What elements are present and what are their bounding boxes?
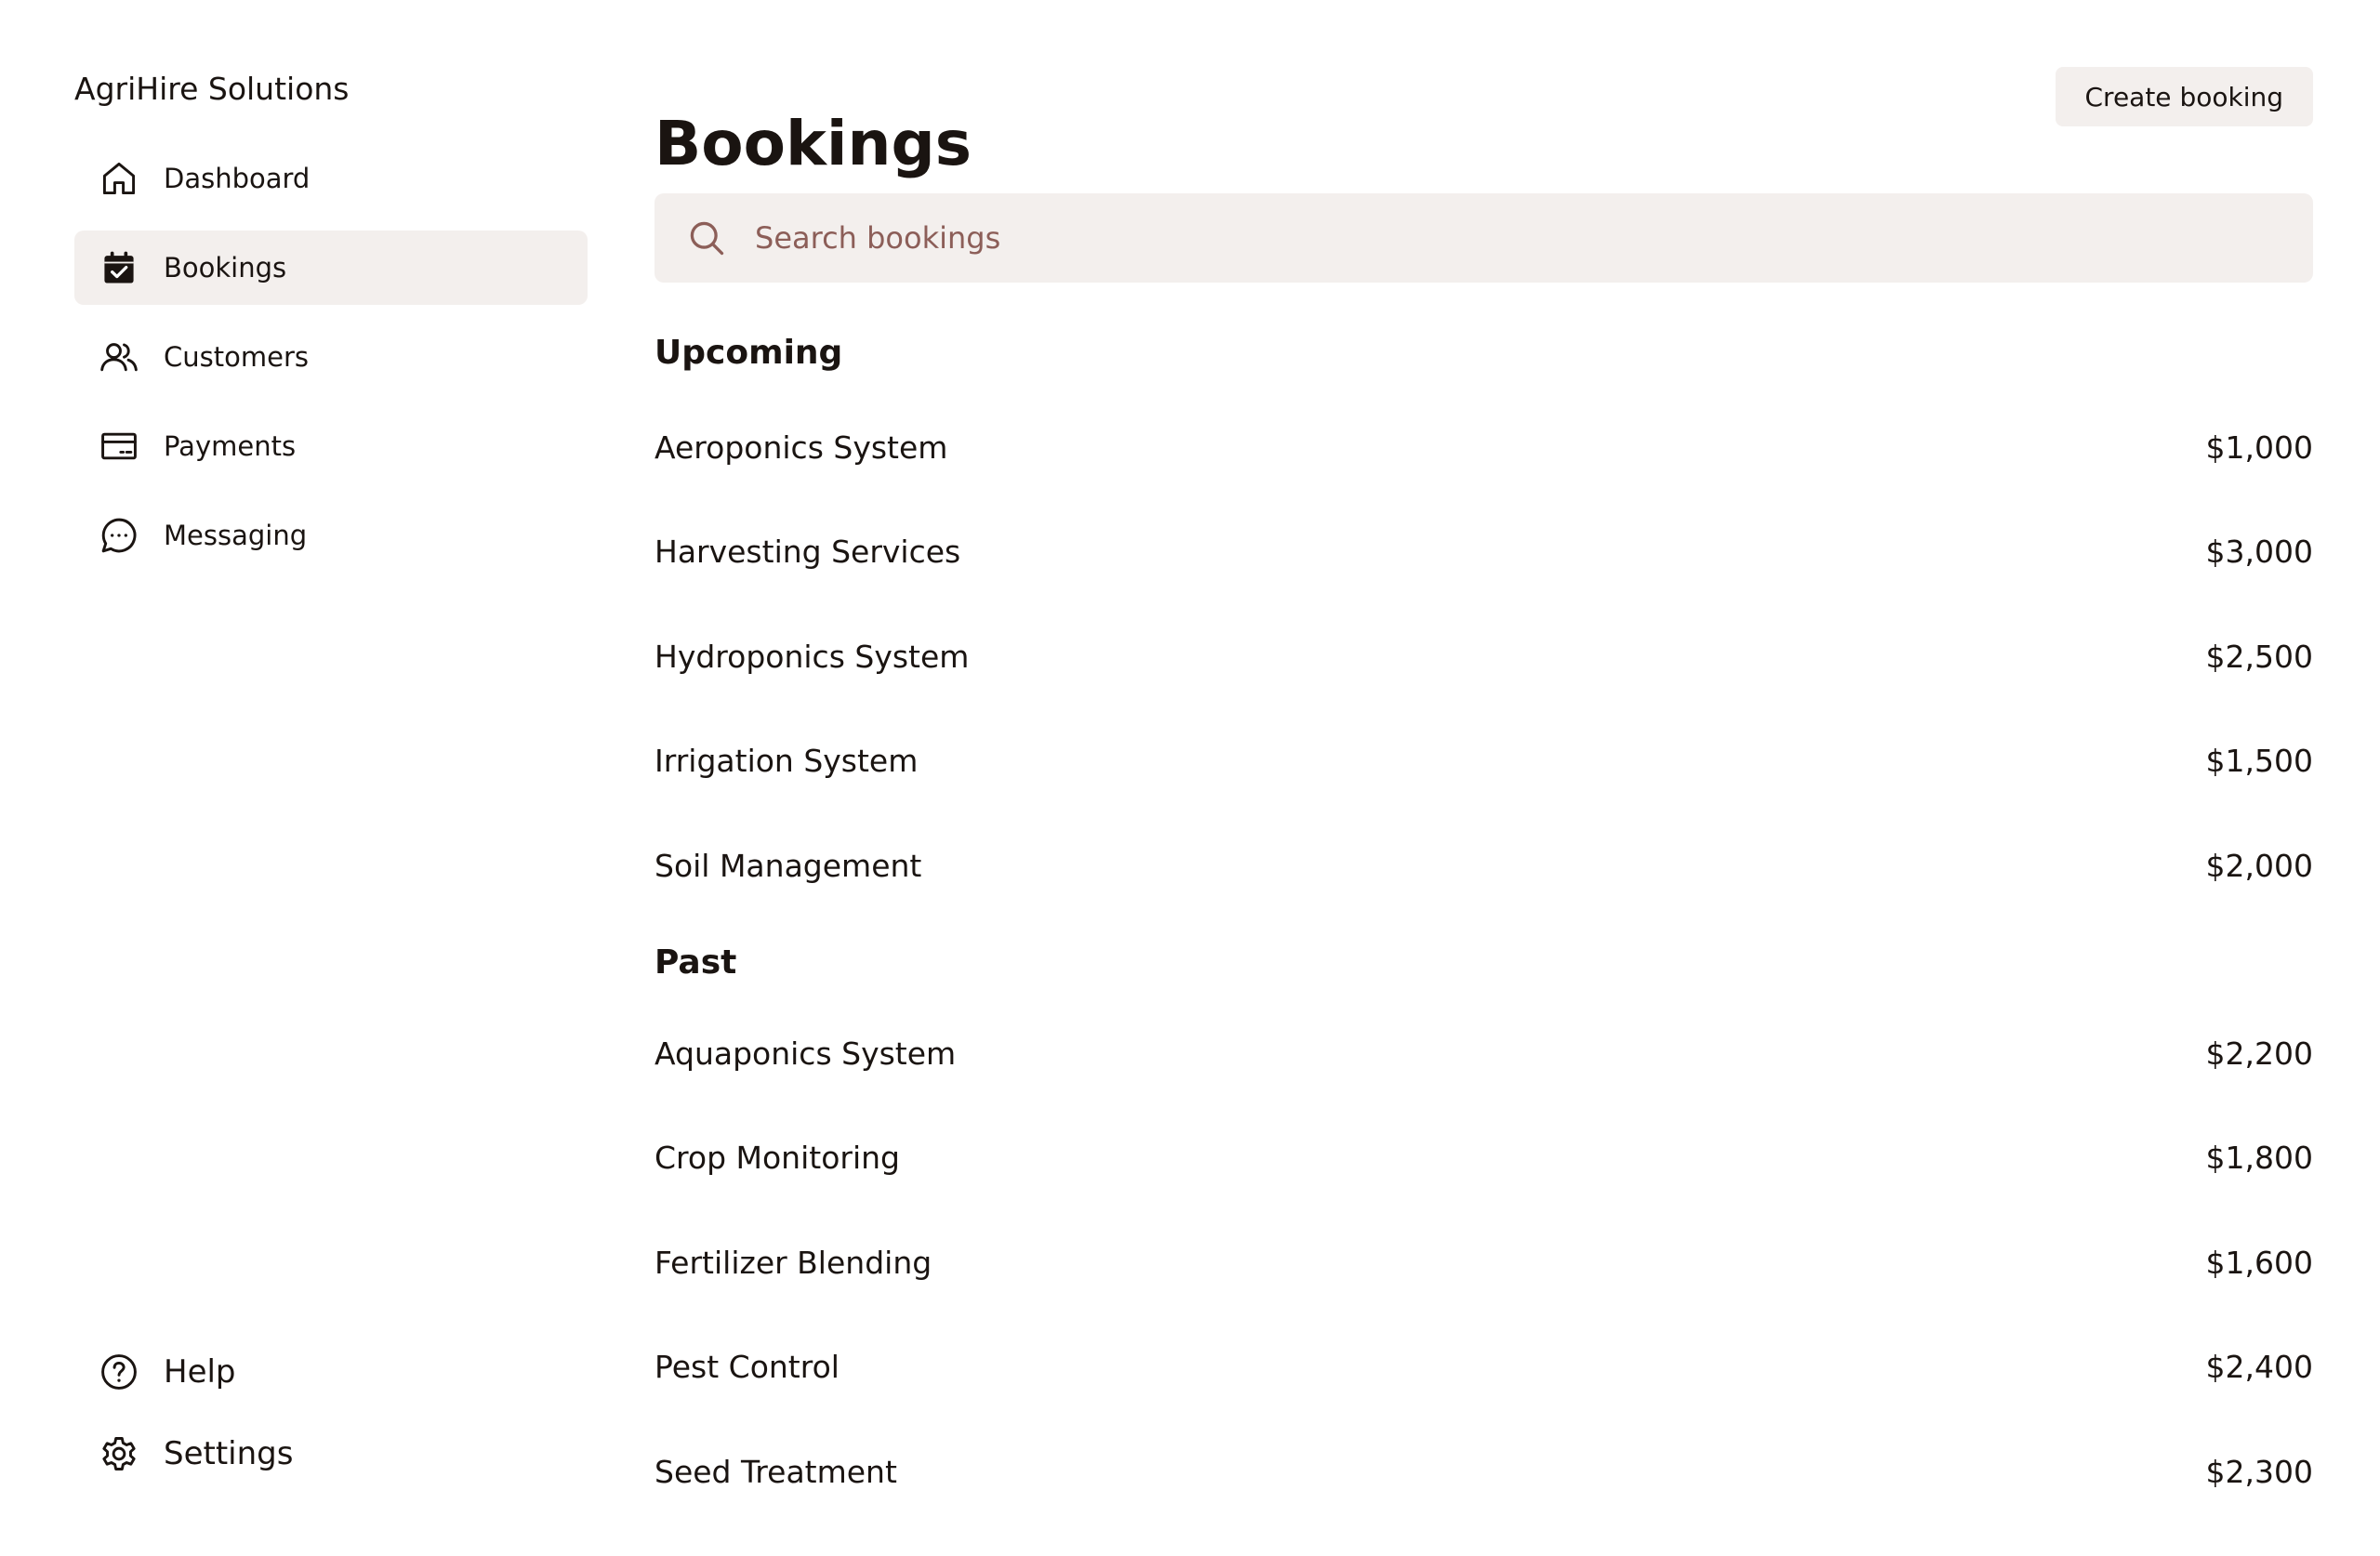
create-booking-button[interactable]: Create booking	[2055, 67, 2313, 126]
booking-row[interactable]: Crop Monitoring $1,800	[654, 1106, 2313, 1211]
home-icon	[99, 158, 139, 199]
booking-name: Harvesting Services	[654, 534, 961, 571]
booking-row[interactable]: Pest Control $2,400	[654, 1315, 2313, 1420]
search-input[interactable]	[753, 219, 2244, 257]
sidebar-item-help[interactable]: Help	[74, 1338, 588, 1405]
question-circle-icon	[99, 1352, 139, 1392]
booking-price: $2,000	[2205, 847, 2313, 884]
main-content: Bookings Create booking Upcoming Aeropon…	[654, 0, 2313, 1556]
app-window: AgriHire Solutions Dashboard Bookings Cu…	[0, 0, 2380, 1556]
booking-price: $2,400	[2205, 1349, 2313, 1386]
app-title: AgriHire Solutions	[74, 71, 350, 107]
booking-name: Fertilizer Blending	[654, 1244, 932, 1281]
page-title: Bookings	[654, 108, 972, 180]
booking-name: Crop Monitoring	[654, 1140, 900, 1177]
sidebar-item-settings[interactable]: Settings	[74, 1420, 588, 1487]
users-icon	[99, 336, 139, 377]
sidebar-bottom-nav: Help Settings	[74, 1338, 588, 1502]
booking-name: Pest Control	[654, 1349, 840, 1386]
booking-row[interactable]: Hydroponics System $2,500	[654, 604, 2313, 709]
booking-price: $1,800	[2205, 1140, 2313, 1177]
sidebar-item-label: Bookings	[164, 252, 287, 284]
gear-icon	[99, 1433, 139, 1474]
search-icon	[690, 221, 724, 256]
booking-price: $2,300	[2205, 1453, 2313, 1490]
sidebar-nav: Dashboard Bookings Customers Payments Me…	[74, 141, 588, 587]
booking-price: $2,500	[2205, 638, 2313, 675]
booking-name: Hydroponics System	[654, 638, 970, 675]
sidebar-item-label: Messaging	[164, 520, 308, 551]
sidebar-item-label: Help	[164, 1353, 236, 1391]
booking-price: $1,600	[2205, 1244, 2313, 1281]
booking-price: $2,200	[2205, 1035, 2313, 1072]
sidebar-item-label: Payments	[164, 430, 297, 462]
booking-price: $3,000	[2205, 534, 2313, 571]
booking-row[interactable]: Fertilizer Blending $1,600	[654, 1210, 2313, 1315]
booking-name: Irrigation System	[654, 743, 919, 780]
booking-row[interactable]: Irrigation System $1,500	[654, 709, 2313, 814]
booking-row[interactable]: Seed Treatment $2,300	[654, 1419, 2313, 1524]
section-heading-upcoming: Upcoming	[654, 334, 843, 372]
sidebar-item-messaging[interactable]: Messaging	[74, 498, 588, 573]
booking-row[interactable]: Soil Management $2,000	[654, 813, 2313, 918]
sidebar-item-bookings[interactable]: Bookings	[74, 231, 588, 305]
booking-row[interactable]: Aeroponics System $1,000	[654, 395, 2313, 500]
sidebar-item-label: Customers	[164, 341, 309, 373]
sidebar-item-payments[interactable]: Payments	[74, 409, 588, 483]
sidebar-item-label: Settings	[164, 1435, 294, 1472]
booking-price: $1,500	[2205, 743, 2313, 780]
booking-name: Seed Treatment	[654, 1453, 897, 1490]
booking-name: Aeroponics System	[654, 429, 948, 466]
calendar-check-icon	[99, 247, 139, 288]
booking-name: Soil Management	[654, 847, 922, 884]
section-heading-past: Past	[654, 943, 737, 982]
booking-row[interactable]: Aquaponics System $2,200	[654, 1001, 2313, 1106]
credit-card-icon	[99, 426, 139, 467]
booking-row[interactable]: Harvesting Services $3,000	[654, 500, 2313, 605]
sidebar-item-customers[interactable]: Customers	[74, 320, 588, 394]
search-bar[interactable]	[654, 193, 2313, 283]
sidebar-item-label: Dashboard	[164, 163, 311, 194]
sidebar-item-dashboard[interactable]: Dashboard	[74, 141, 588, 216]
booking-price: $1,000	[2205, 429, 2313, 466]
booking-name: Aquaponics System	[654, 1035, 957, 1072]
sidebar: AgriHire Solutions Dashboard Bookings Cu…	[74, 0, 588, 1556]
past-bookings-list: Aquaponics System $2,200 Crop Monitoring…	[654, 1001, 2313, 1524]
chat-bubble-icon	[99, 515, 139, 556]
upcoming-bookings-list: Aeroponics System $1,000 Harvesting Serv…	[654, 395, 2313, 918]
